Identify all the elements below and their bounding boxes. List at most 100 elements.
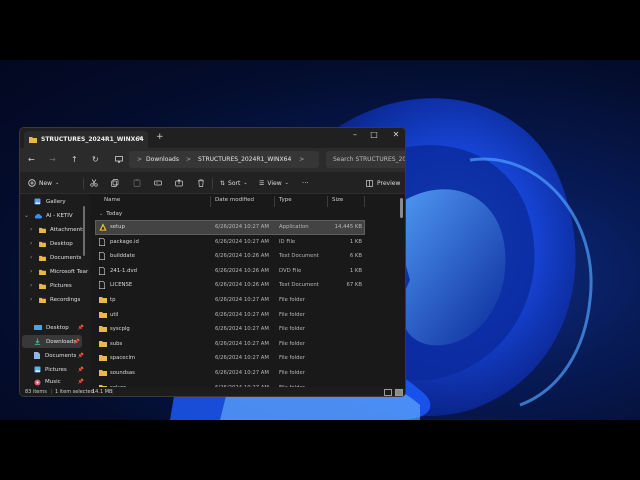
table-row[interactable]: tp 6/26/2024 10:27 AM File folder [96, 294, 364, 307]
tab-close-icon[interactable]: × [137, 134, 143, 142]
copy-button[interactable] [111, 176, 119, 190]
sidebar-item-pictures-tree[interactable]: › Pictures [20, 279, 90, 292]
folder-icon [99, 369, 107, 378]
breadcrumb-current-folder[interactable]: STRUCTURES_2024R1_WINX64 [198, 156, 291, 163]
sidebar-item-label: Desktop [46, 324, 69, 331]
sidebar-item-desktop-quick[interactable]: Desktop 📌 [20, 321, 90, 334]
sidebar-item-attachments[interactable]: › Attachments [20, 223, 90, 236]
folder-icon [39, 227, 46, 233]
column-header-size[interactable]: Size [332, 197, 343, 203]
group-header-today[interactable]: ⌄ Today [99, 211, 122, 217]
chevron-right-icon: › [30, 296, 33, 303]
sidebar-item-ai-keitv[interactable]: ⌄ AI - KETIV [20, 209, 90, 222]
maximize-button[interactable]: □ [367, 130, 381, 139]
scissors-icon [90, 179, 98, 187]
table-row[interactable]: spaceclm 6/26/2024 10:27 AM File folder [96, 352, 364, 365]
sidebar-item-microsoft-teams[interactable]: › Microsoft Tear [20, 265, 90, 278]
table-row[interactable]: 241-1.dvd 6/26/2024 10:26 AM DVD File 1 KB [96, 265, 364, 278]
status-divider: | [112, 389, 114, 395]
breadcrumb[interactable]: > Downloads > STRUCTURES_2024R1_WINX64 > [115, 151, 319, 168]
breadcrumb-chevron-icon[interactable]: > [299, 156, 304, 163]
chevron-down-icon: ⌄ [243, 180, 248, 186]
pin-icon: 📌 [77, 324, 84, 331]
tab-structures[interactable]: STRUCTURES_2024R1_WINX64 × [24, 131, 148, 148]
column-header-name[interactable]: Name [104, 197, 120, 203]
sidebar-item-pictures-quick[interactable]: Pictures 📌 [20, 363, 90, 376]
column-divider[interactable] [364, 196, 365, 207]
file-size: 1 KB [349, 267, 362, 274]
refresh-icon[interactable]: ↻ [92, 155, 99, 164]
table-row[interactable]: package.id 6/26/2024 10:27 AM ID File 1 KB [96, 236, 364, 249]
share-button[interactable] [175, 176, 183, 190]
forward-arrow-icon[interactable]: → [49, 155, 56, 164]
column-header-type[interactable]: Type [279, 197, 292, 203]
file-type: DVD File [279, 267, 302, 274]
close-button[interactable]: ✕ [389, 130, 403, 139]
rename-button[interactable] [154, 176, 162, 190]
table-row[interactable]: util 6/26/2024 10:27 AM File folder [96, 309, 364, 322]
group-label: Today [106, 211, 123, 217]
chevron-right-icon: › [30, 268, 33, 275]
rename-icon [154, 180, 162, 186]
file-size: 67 KB [346, 282, 362, 289]
file-list-scrollbar[interactable] [400, 198, 403, 218]
sidebar-item-documents-quick[interactable]: Documents 📌 [20, 349, 90, 362]
file-date: 6/26/2024 10:27 AM [215, 340, 269, 347]
command-bar: New ⌄ ⇅ Sort ⌄ ☰ View ⌄ ··· Preview [20, 172, 405, 194]
tiles-view-button[interactable] [395, 389, 403, 396]
status-size: 14.1 MB [92, 389, 113, 395]
column-divider[interactable] [327, 196, 328, 207]
search-input[interactable]: Search STRUCTURES_2024R1_WINX64 [326, 151, 405, 168]
file-date: 6/26/2024 10:27 AM [215, 326, 269, 333]
status-selected: 1 item selected [55, 389, 94, 395]
table-row[interactable]: setup 6/26/2024 10:27 AM Application 14,445… [95, 220, 365, 235]
file-date: 6/26/2024 10:26 AM [215, 282, 269, 289]
sidebar-item-music[interactable]: Music 📌 [20, 377, 90, 387]
up-arrow-icon[interactable]: ↑ [71, 155, 78, 164]
title-bar: STRUCTURES_2024R1_WINX64 × + – □ ✕ [20, 128, 405, 148]
copy-icon [111, 179, 119, 187]
table-row[interactable]: subs 6/26/2024 10:27 AM File folder [96, 338, 364, 351]
column-header-date[interactable]: Date modified [215, 197, 254, 203]
file-date: 6/26/2024 10:27 AM [215, 370, 269, 376]
folder-icon [99, 325, 107, 334]
sidebar-item-recordings[interactable]: › Recordings [20, 293, 90, 306]
address-bar: ← → ↑ ↻ > Downloads > STRUCTURES_2024R1_… [20, 148, 405, 172]
minimize-button[interactable]: – [348, 130, 362, 139]
folder-icon [39, 241, 46, 247]
sidebar-item-gallery[interactable]: Gallery [20, 195, 90, 208]
sidebar-item-desktop[interactable]: › Desktop [20, 237, 90, 250]
preview-button[interactable]: Preview [366, 176, 400, 190]
details-view-button[interactable] [384, 389, 392, 396]
back-arrow-icon[interactable]: ← [28, 155, 35, 164]
sidebar-scrollbar[interactable] [83, 206, 85, 256]
paste-button[interactable] [133, 176, 141, 190]
table-row[interactable]: builddate 6/26/2024 10:26 AM Text Document… [96, 250, 364, 263]
file-name: syscplg [110, 326, 130, 333]
breadcrumb-downloads[interactable]: Downloads [146, 156, 179, 163]
column-divider[interactable] [274, 196, 275, 207]
sort-button[interactable]: ⇅ Sort ⌄ [220, 176, 248, 190]
table-row[interactable]: syscplg 6/26/2024 10:27 AM File folder [96, 323, 364, 336]
table-row[interactable]: LICENSE 6/26/2024 10:26 AM Text Document 67… [96, 279, 364, 292]
more-options-button[interactable]: ··· [302, 176, 309, 190]
monitor-icon [115, 156, 123, 163]
file-size: 14,445 KB [334, 224, 362, 230]
pictures-icon [34, 366, 41, 373]
new-tab-button[interactable]: + [156, 132, 164, 142]
sidebar-item-downloads[interactable]: Downloads 📌 [22, 335, 82, 348]
column-divider[interactable] [210, 196, 211, 207]
sidebar-item-documents[interactable]: › Documents [20, 251, 90, 264]
sidebar-item-label: Documents [45, 352, 77, 359]
file-explorer-window: STRUCTURES_2024R1_WINX64 × + – □ ✕ ← → ↑… [19, 127, 406, 397]
new-button[interactable]: New ⌄ [28, 176, 59, 190]
file-type: Application [279, 224, 309, 230]
delete-button[interactable] [197, 176, 205, 190]
folder-icon [99, 311, 107, 320]
file-date: 6/26/2024 10:26 AM [215, 267, 269, 274]
table-row[interactable]: soundsas 6/26/2024 10:27 AM File folder [96, 367, 364, 380]
cut-button[interactable] [90, 176, 98, 190]
file-name: spaceclm [110, 355, 136, 362]
view-button[interactable]: ☰ View ⌄ [259, 176, 289, 190]
pin-icon: 📌 [77, 366, 84, 373]
